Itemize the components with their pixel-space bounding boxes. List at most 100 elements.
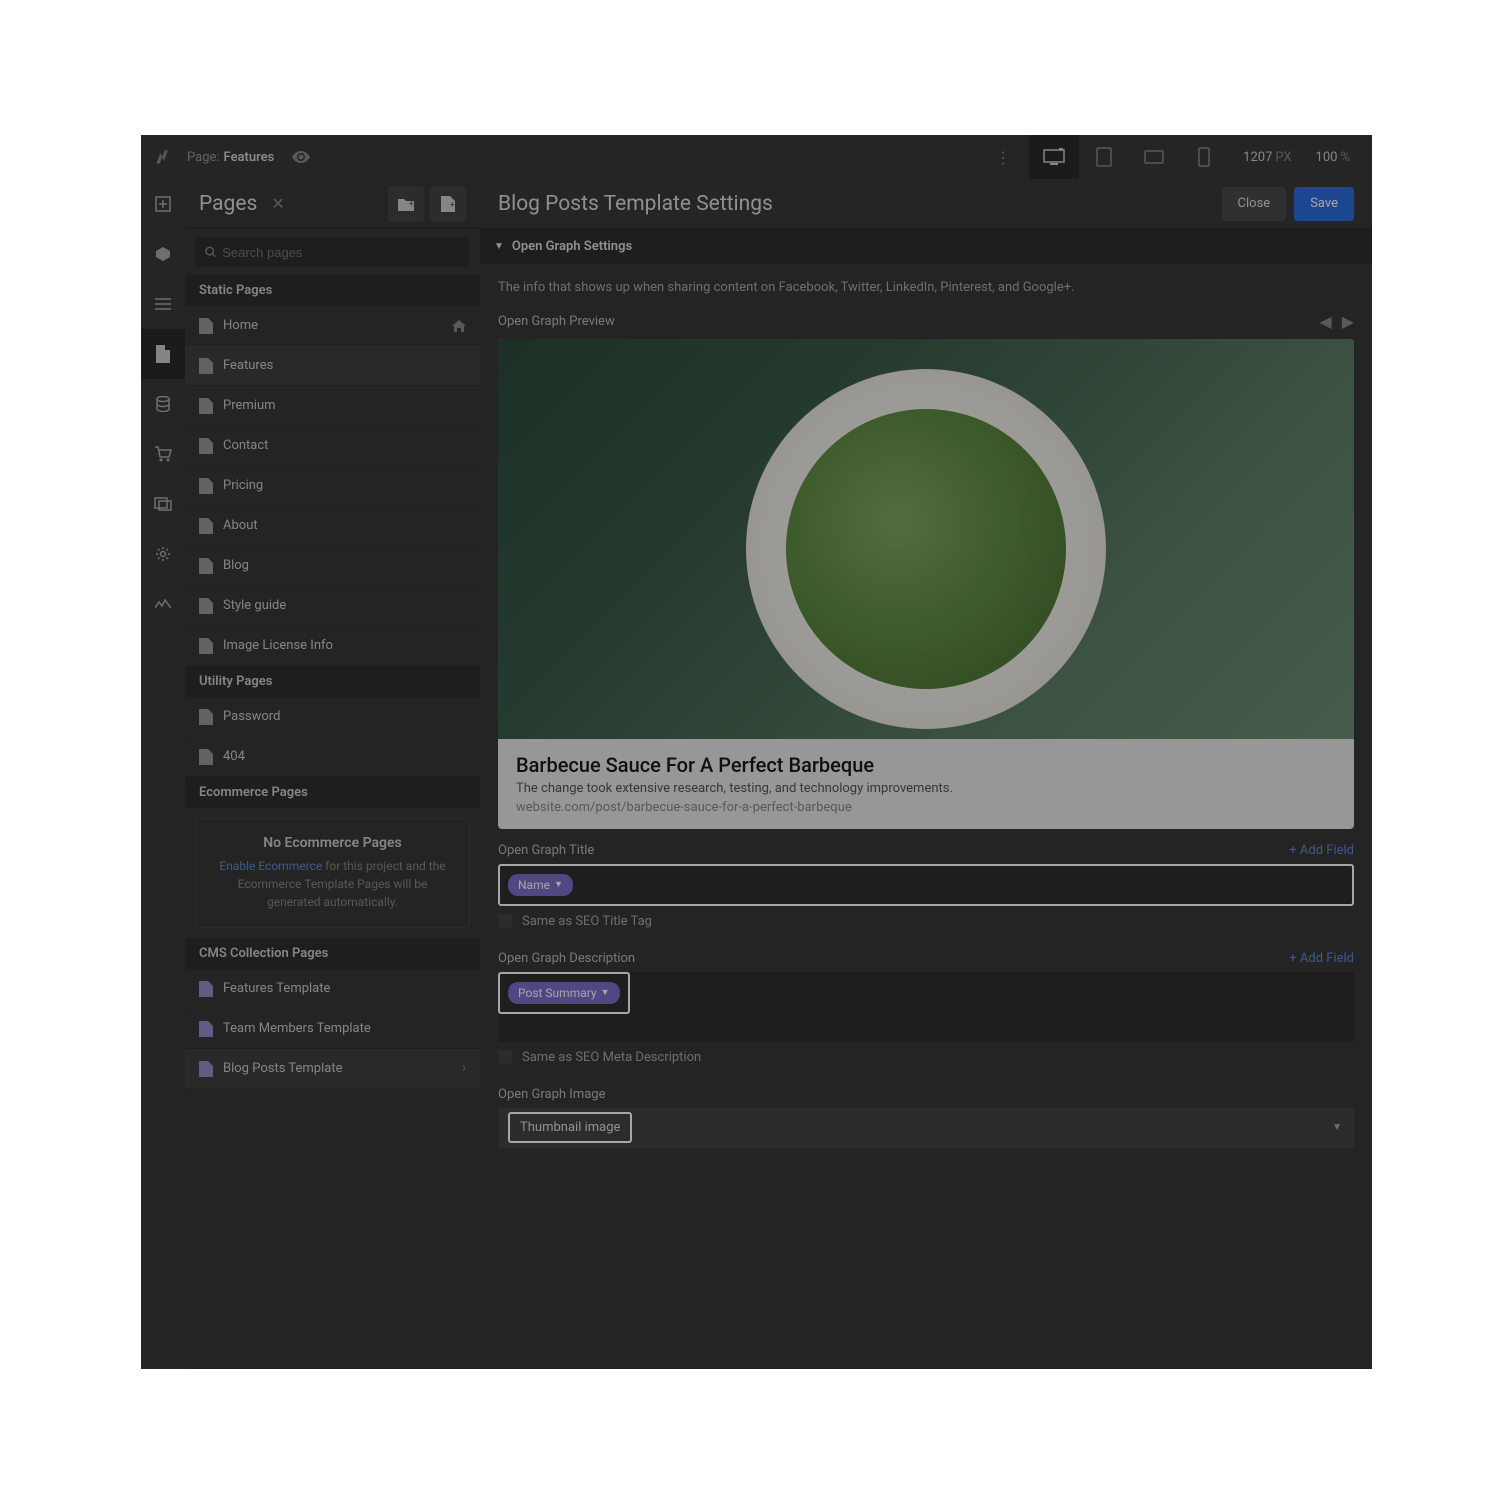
pages-panel-title: Pages [199, 192, 257, 216]
prev-arrow-icon[interactable]: ◀ [1319, 312, 1331, 331]
add-field-button[interactable]: + Add Field [1289, 843, 1354, 858]
field-pill-name[interactable]: Name▼ [508, 874, 573, 896]
static-pages-header: Static Pages [185, 275, 480, 306]
page-icon [199, 709, 213, 725]
preview-icon[interactable] [292, 151, 310, 163]
cms-page-features-template[interactable]: Features Template [185, 969, 480, 1009]
open-graph-section-header[interactable]: ▼ Open Graph Settings [480, 229, 1372, 264]
chevron-down-icon: ▼ [601, 987, 610, 998]
zoom-unit: % [1340, 150, 1350, 165]
canvas-width[interactable]: 1207 [1243, 150, 1272, 165]
device-mobile-button[interactable] [1179, 135, 1229, 179]
assets-button[interactable] [141, 479, 185, 529]
page-item-blog[interactable]: Blog [185, 546, 480, 586]
ecommerce-button[interactable] [141, 429, 185, 479]
svg-text:+: + [450, 200, 455, 209]
page-item-premium[interactable]: Premium [185, 386, 480, 426]
symbols-button[interactable] [141, 229, 185, 279]
zoom-level[interactable]: 100 [1316, 150, 1338, 165]
page-item-password[interactable]: Password [185, 697, 480, 737]
enable-ecommerce-link[interactable]: Enable Ecommerce [219, 859, 322, 873]
og-preview-title: Barbecue Sauce For A Perfect Barbeque [516, 753, 1336, 777]
page-item-home[interactable]: Home [185, 306, 480, 346]
page-label: Premium [223, 398, 276, 413]
triangle-down-icon: ▼ [494, 241, 504, 252]
svg-text:+: + [409, 199, 414, 208]
page-label: Blog [223, 558, 249, 573]
page-icon [199, 1021, 213, 1037]
page-label: Features Template [223, 981, 330, 996]
section-info-text: The info that shows up when sharing cont… [480, 264, 1372, 312]
page-item-404[interactable]: 404 [185, 737, 480, 777]
page-label: Blog Posts Template [223, 1061, 342, 1076]
page-item-contact[interactable]: Contact [185, 426, 480, 466]
page-item-style-guide[interactable]: Style guide [185, 586, 480, 626]
page-label: Page: [187, 150, 220, 165]
cms-button[interactable] [141, 379, 185, 429]
page-label: Team Members Template [223, 1021, 371, 1036]
page-label: Features [223, 358, 273, 373]
og-title-field-label: Open Graph Title [498, 843, 1289, 858]
top-bar: Page: Features ⋮ 1207 PX 100 % [141, 135, 1372, 179]
page-item-image-license[interactable]: Image License Info [185, 626, 480, 666]
width-unit: PX [1275, 150, 1291, 165]
page-label: Pricing [223, 478, 263, 493]
new-page-button[interactable]: + [430, 186, 466, 222]
pages-panel: Pages ✕ + + Static Pages Home [185, 179, 480, 1369]
device-desktop-button[interactable] [1029, 135, 1079, 179]
left-icon-rail [141, 179, 185, 1369]
page-icon [199, 358, 213, 374]
navigator-button[interactable] [141, 279, 185, 329]
page-icon [199, 638, 213, 654]
chevron-down-icon: ▼ [554, 879, 563, 890]
add-element-button[interactable] [141, 179, 185, 229]
cms-page-blog-posts-template[interactable]: Blog Posts Template › [185, 1049, 480, 1089]
close-icon[interactable]: ✕ [271, 194, 284, 213]
page-icon [199, 598, 213, 614]
og-title-input[interactable]: Name▼ [498, 864, 1354, 906]
page-icon [199, 478, 213, 494]
page-item-features[interactable]: Features [185, 346, 480, 386]
page-label: Image License Info [223, 638, 333, 653]
device-tablet-button[interactable] [1079, 135, 1129, 179]
page-label: Password [223, 709, 280, 724]
utility-pages-header: Utility Pages [185, 666, 480, 697]
og-preview-label: Open Graph Preview [498, 314, 1309, 329]
field-pill-post-summary[interactable]: Post Summary▼ [508, 982, 620, 1004]
device-tablet-landscape-button[interactable] [1129, 135, 1179, 179]
og-description-input[interactable]: Post Summary▼ [498, 972, 1354, 1042]
cms-page-team-template[interactable]: Team Members Template [185, 1009, 480, 1049]
same-as-seo-meta-checkbox[interactable] [498, 1050, 512, 1064]
audit-button[interactable] [141, 579, 185, 629]
page-icon [199, 981, 213, 997]
og-preview-card: Barbecue Sauce For A Perfect Barbeque Th… [498, 339, 1354, 829]
next-arrow-icon[interactable]: ▶ [1342, 312, 1354, 331]
page-icon [199, 1061, 213, 1077]
page-label: Home [223, 318, 258, 333]
page-icon [199, 318, 213, 334]
settings-panel: Blog Posts Template Settings Close Save … [480, 179, 1372, 1369]
og-image-select[interactable]: Thumbnail image ▼ [498, 1108, 1354, 1148]
settings-button[interactable] [141, 529, 185, 579]
page-label: 404 [223, 749, 245, 764]
og-image-value: Thumbnail image [508, 1112, 632, 1143]
same-as-seo-title-checkbox[interactable] [498, 914, 512, 928]
close-button[interactable]: Close [1222, 187, 1287, 221]
page-label: Contact [223, 438, 268, 453]
cms-pages-header: CMS Collection Pages [185, 938, 480, 969]
page-item-about[interactable]: About [185, 506, 480, 546]
add-field-button[interactable]: + Add Field [1289, 951, 1354, 966]
search-pages-input[interactable] [195, 237, 470, 267]
current-page-name[interactable]: Features [224, 150, 275, 165]
page-item-pricing[interactable]: Pricing [185, 466, 480, 506]
page-icon [199, 518, 213, 534]
search-input[interactable] [222, 245, 460, 260]
chevron-right-icon: › [462, 1061, 466, 1076]
new-folder-button[interactable]: + [388, 186, 424, 222]
page-icon [199, 438, 213, 454]
og-image-field-label: Open Graph Image [498, 1087, 1354, 1102]
og-description-field-label: Open Graph Description [498, 951, 1289, 966]
save-button[interactable]: Save [1294, 187, 1354, 221]
more-icon[interactable]: ⋮ [987, 148, 1019, 167]
pages-button[interactable] [141, 329, 185, 379]
